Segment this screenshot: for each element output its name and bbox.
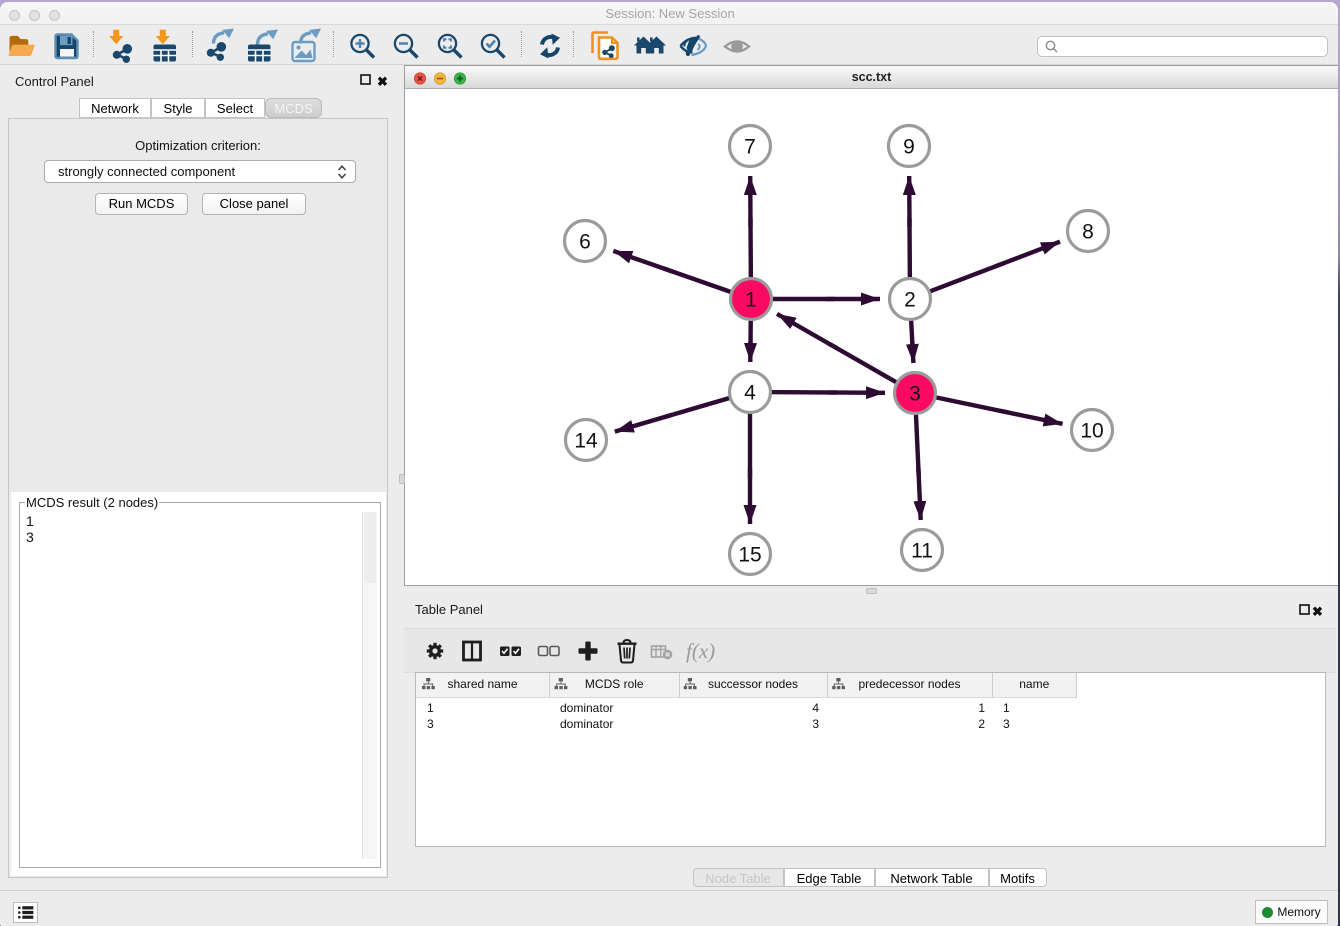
svg-text:3: 3 — [909, 383, 921, 406]
svg-text:9: 9 — [903, 136, 915, 159]
svg-text:6: 6 — [579, 231, 591, 254]
svg-text:11: 11 — [911, 540, 933, 563]
svg-text:8: 8 — [1082, 221, 1094, 244]
svg-text:4: 4 — [744, 382, 756, 405]
svg-text:2: 2 — [904, 289, 916, 312]
svg-text:15: 15 — [738, 544, 761, 567]
svg-text:14: 14 — [574, 430, 598, 453]
svg-text:7: 7 — [744, 136, 756, 159]
svg-text:10: 10 — [1080, 420, 1103, 443]
svg-text:1: 1 — [745, 289, 757, 312]
svg-text:f(x): f(x) — [686, 639, 715, 663]
